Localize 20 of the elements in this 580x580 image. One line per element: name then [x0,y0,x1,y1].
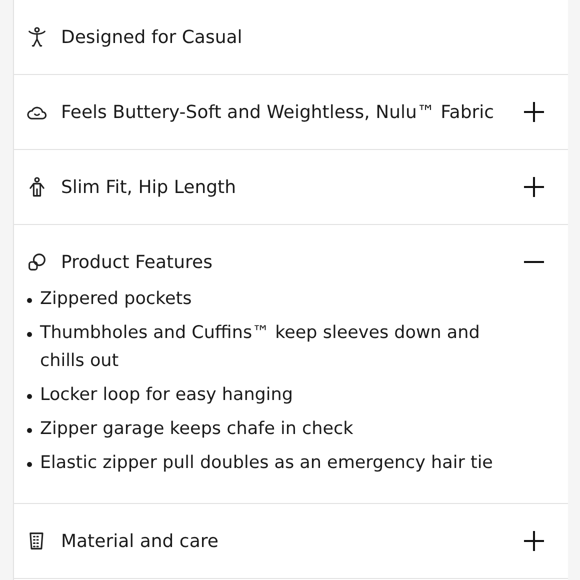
feature-item: Zipper garage keeps chafe in check [40,418,354,441]
bullet-icon [27,298,32,303]
feature-item: Thumbholes and Cuffins™ keep sleeves down and chills out [40,322,481,373]
expand-icon[interactable] [524,102,544,122]
expand-icon[interactable] [524,177,544,197]
section-title[interactable]: Slim Fit, Hip Length [61,176,511,198]
expand-icon[interactable] [524,531,544,551]
bullet-icon [27,332,32,337]
section-title: Designed for Casual [61,26,244,48]
feature-item: Zippered pockets [40,288,193,311]
section-title[interactable]: Feels Buttery-Soft and Weightless, Nulu™ Fabric [61,102,511,122]
section-title[interactable]: Product Features [61,252,511,272]
bullet-icon [27,394,32,399]
bullet-icon [27,428,32,433]
person-icon [26,26,48,48]
section-title[interactable]: Material and care [61,530,511,552]
overlapping-shapes-icon [26,251,48,273]
feature-item: Locker loop for easy hanging [40,384,294,407]
bullet-icon [27,462,32,467]
feature-item: Elastic zipper pull doubles as an emergency hair tie [40,452,494,475]
